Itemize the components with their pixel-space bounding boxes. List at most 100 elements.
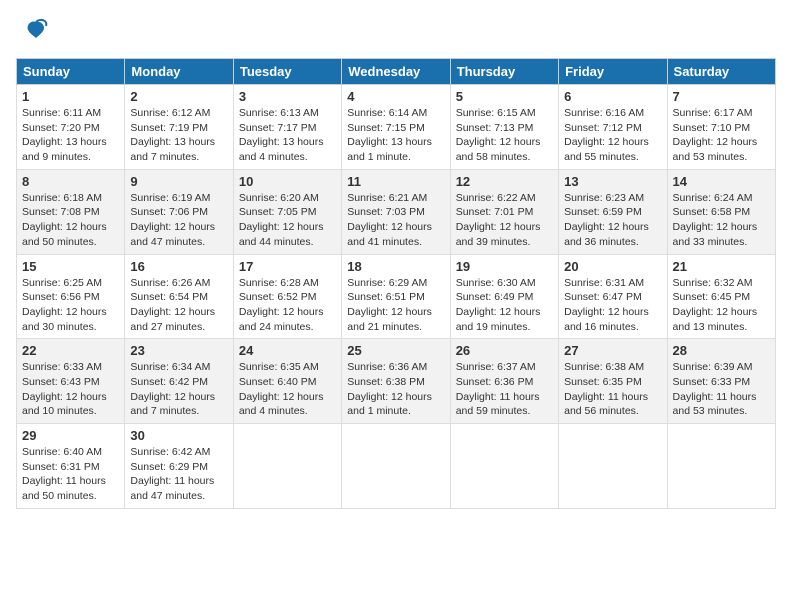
calendar-cell: 18Sunrise: 6:29 AMSunset: 6:51 PMDayligh… [342,254,450,339]
cell-content: Sunrise: 6:26 AMSunset: 6:54 PMDaylight:… [130,276,227,335]
cell-line: Daylight: 11 hours [22,474,119,489]
day-number: 16 [130,259,227,274]
cell-content: Sunrise: 6:16 AMSunset: 7:12 PMDaylight:… [564,106,661,165]
cell-line: and 7 minutes. [130,150,227,165]
cell-line: Sunrise: 6:14 AM [347,106,444,121]
cell-line: Sunset: 7:12 PM [564,121,661,136]
day-number: 7 [673,89,770,104]
calendar-cell: 10Sunrise: 6:20 AMSunset: 7:05 PMDayligh… [233,169,341,254]
cell-line: Daylight: 12 hours [22,390,119,405]
calendar-cell: 26Sunrise: 6:37 AMSunset: 6:36 PMDayligh… [450,339,558,424]
cell-content: Sunrise: 6:31 AMSunset: 6:47 PMDaylight:… [564,276,661,335]
calendar-cell: 24Sunrise: 6:35 AMSunset: 6:40 PMDayligh… [233,339,341,424]
calendar-cell: 3Sunrise: 6:13 AMSunset: 7:17 PMDaylight… [233,85,341,170]
cell-line: and 1 minute. [347,404,444,419]
cell-content: Sunrise: 6:17 AMSunset: 7:10 PMDaylight:… [673,106,770,165]
cell-line: Sunrise: 6:12 AM [130,106,227,121]
cell-line: and 50 minutes. [22,235,119,250]
cell-line: Sunrise: 6:19 AM [130,191,227,206]
cell-line: Sunrise: 6:16 AM [564,106,661,121]
cell-content: Sunrise: 6:38 AMSunset: 6:35 PMDaylight:… [564,360,661,419]
day-number: 23 [130,343,227,358]
cell-line: Sunrise: 6:13 AM [239,106,336,121]
cell-line: and 4 minutes. [239,404,336,419]
day-header-saturday: Saturday [667,59,775,85]
cell-line: Sunrise: 6:22 AM [456,191,553,206]
cell-content: Sunrise: 6:33 AMSunset: 6:43 PMDaylight:… [22,360,119,419]
day-number: 24 [239,343,336,358]
cell-content: Sunrise: 6:14 AMSunset: 7:15 PMDaylight:… [347,106,444,165]
cell-line: Sunrise: 6:29 AM [347,276,444,291]
cell-line: Sunset: 6:47 PM [564,290,661,305]
cell-line: Sunset: 6:56 PM [22,290,119,305]
cell-content: Sunrise: 6:23 AMSunset: 6:59 PMDaylight:… [564,191,661,250]
cell-line: Sunset: 6:40 PM [239,375,336,390]
cell-line: Sunset: 6:36 PM [456,375,553,390]
day-number: 27 [564,343,661,358]
cell-line: Sunset: 7:06 PM [130,205,227,220]
cell-content: Sunrise: 6:20 AMSunset: 7:05 PMDaylight:… [239,191,336,250]
cell-line: and 33 minutes. [673,235,770,250]
cell-line: Sunset: 6:58 PM [673,205,770,220]
cell-line: Sunset: 7:13 PM [456,121,553,136]
calendar-cell: 5Sunrise: 6:15 AMSunset: 7:13 PMDaylight… [450,85,558,170]
calendar-week-4: 22Sunrise: 6:33 AMSunset: 6:43 PMDayligh… [17,339,776,424]
cell-line: Sunrise: 6:24 AM [673,191,770,206]
cell-line: Sunset: 7:19 PM [130,121,227,136]
cell-line: and 58 minutes. [456,150,553,165]
calendar-header-row: SundayMondayTuesdayWednesdayThursdayFrid… [17,59,776,85]
calendar-week-2: 8Sunrise: 6:18 AMSunset: 7:08 PMDaylight… [17,169,776,254]
cell-line: and 27 minutes. [130,320,227,335]
calendar-cell: 14Sunrise: 6:24 AMSunset: 6:58 PMDayligh… [667,169,775,254]
calendar-cell: 9Sunrise: 6:19 AMSunset: 7:06 PMDaylight… [125,169,233,254]
cell-line: Sunrise: 6:33 AM [22,360,119,375]
calendar-cell [342,424,450,509]
cell-content: Sunrise: 6:15 AMSunset: 7:13 PMDaylight:… [456,106,553,165]
cell-line: and 59 minutes. [456,404,553,419]
cell-line: Sunrise: 6:11 AM [22,106,119,121]
cell-line: Daylight: 12 hours [564,220,661,235]
day-number: 29 [22,428,119,443]
day-number: 13 [564,174,661,189]
header [16,16,776,50]
logo-bird-icon [22,16,50,50]
day-number: 3 [239,89,336,104]
logo [16,16,50,50]
calendar-cell: 25Sunrise: 6:36 AMSunset: 6:38 PMDayligh… [342,339,450,424]
cell-line: Daylight: 12 hours [347,305,444,320]
day-number: 30 [130,428,227,443]
calendar-cell: 11Sunrise: 6:21 AMSunset: 7:03 PMDayligh… [342,169,450,254]
cell-line: Sunset: 7:17 PM [239,121,336,136]
cell-line: Daylight: 13 hours [347,135,444,150]
calendar-cell: 15Sunrise: 6:25 AMSunset: 6:56 PMDayligh… [17,254,125,339]
cell-line: Daylight: 12 hours [673,135,770,150]
cell-line: and 4 minutes. [239,150,336,165]
cell-line: Sunrise: 6:34 AM [130,360,227,375]
cell-line: and 53 minutes. [673,404,770,419]
day-number: 2 [130,89,227,104]
cell-line: Sunrise: 6:15 AM [456,106,553,121]
calendar-cell: 29Sunrise: 6:40 AMSunset: 6:31 PMDayligh… [17,424,125,509]
cell-line: Daylight: 12 hours [22,220,119,235]
cell-content: Sunrise: 6:22 AMSunset: 7:01 PMDaylight:… [456,191,553,250]
calendar-cell: 23Sunrise: 6:34 AMSunset: 6:42 PMDayligh… [125,339,233,424]
cell-line: Sunrise: 6:36 AM [347,360,444,375]
calendar-cell: 7 Sunrise: 6:17 AMSunset: 7:10 PMDaylight… [667,85,775,170]
cell-line: and 9 minutes. [22,150,119,165]
calendar-week-3: 15Sunrise: 6:25 AMSunset: 6:56 PMDayligh… [17,254,776,339]
cell-line: Sunrise: 6:20 AM [239,191,336,206]
cell-line: Daylight: 12 hours [22,305,119,320]
cell-line: Daylight: 12 hours [239,305,336,320]
cell-content: Sunrise: 6:29 AMSunset: 6:51 PMDaylight:… [347,276,444,335]
day-number: 9 [130,174,227,189]
cell-line: Sunset: 6:43 PM [22,375,119,390]
calendar-cell: 20Sunrise: 6:31 AMSunset: 6:47 PMDayligh… [559,254,667,339]
cell-content: Sunrise: 6:24 AMSunset: 6:58 PMDaylight:… [673,191,770,250]
cell-line: Sunset: 6:42 PM [130,375,227,390]
cell-line: and 21 minutes. [347,320,444,335]
calendar-cell: 28Sunrise: 6:39 AMSunset: 6:33 PMDayligh… [667,339,775,424]
cell-line: Daylight: 12 hours [239,220,336,235]
cell-line: and 39 minutes. [456,235,553,250]
cell-line: Sunset: 7:01 PM [456,205,553,220]
day-number: 28 [673,343,770,358]
